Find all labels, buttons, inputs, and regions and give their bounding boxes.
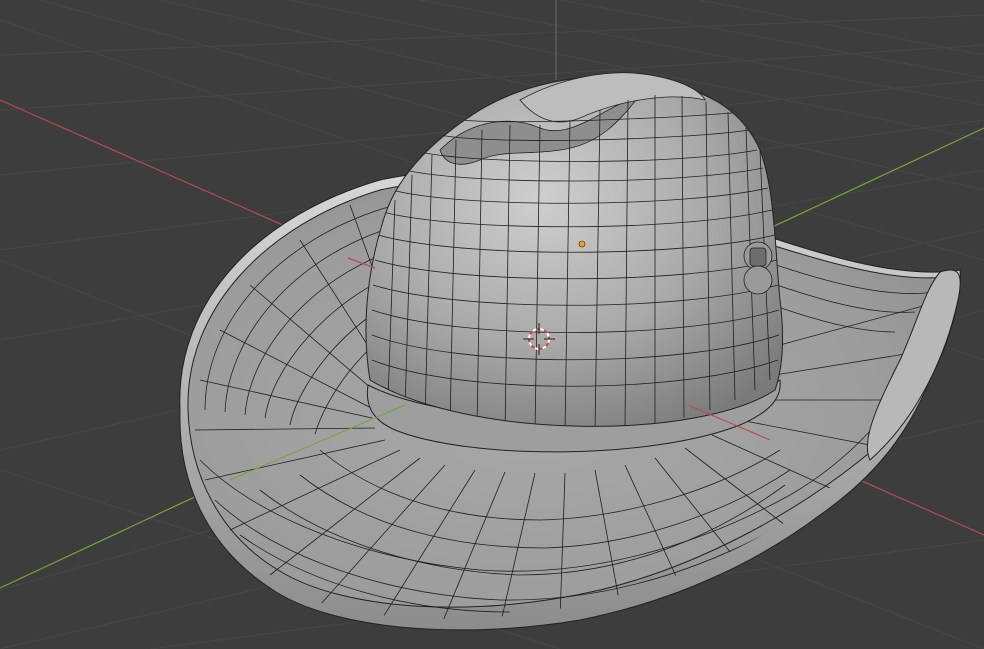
object-origin-dot[interactable] [578,240,586,248]
3d-viewport[interactable] [0,0,984,649]
viewport-canvas[interactable] [0,0,984,649]
hat-mesh[interactable] [179,72,961,631]
